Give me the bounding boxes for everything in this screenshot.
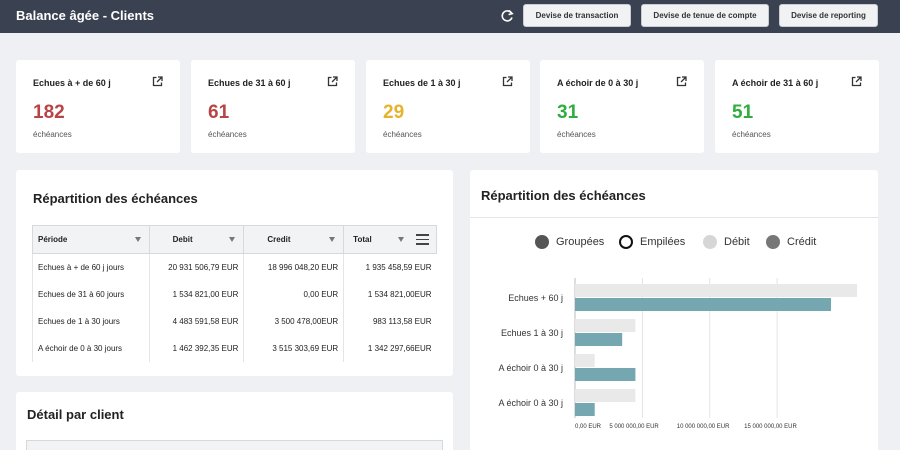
kpi-label: Echues à + de 60 j bbox=[33, 78, 111, 88]
bar-dbit[interactable] bbox=[575, 319, 636, 332]
detail-table-header bbox=[26, 440, 443, 450]
kpi-label: Echues de 31 à 60 j bbox=[208, 78, 291, 88]
table-cell: 1 342 297,66EUR bbox=[343, 334, 437, 362]
refresh-icon[interactable] bbox=[499, 8, 515, 24]
x-tick-label: 15 000 000,00 EUR bbox=[744, 424, 797, 430]
category-label: A échoir 0 à 30 j bbox=[498, 398, 563, 408]
table-cell: 3 515 303,69 EUR bbox=[243, 334, 344, 362]
sort-caret-icon[interactable] bbox=[329, 237, 336, 242]
x-tick-label: 5 000 000,00 EUR bbox=[609, 424, 659, 430]
maturity-table-card: Répartition des échéances Période Debit … bbox=[16, 170, 453, 376]
legend-item-credit[interactable]: Crédit bbox=[766, 235, 816, 249]
kpi-card-overdue-31-60[interactable]: Echues de 31 à 60 j 61 échéances bbox=[191, 60, 355, 153]
column-header-total[interactable]: Total bbox=[343, 225, 437, 254]
kpi-value: 31 bbox=[557, 102, 579, 123]
table-cell: 983 113,58 EUR bbox=[343, 307, 437, 335]
kpi-sublabel: échéances bbox=[732, 130, 771, 139]
kpi-value: 61 bbox=[208, 102, 230, 123]
kpi-sublabel: échéances bbox=[33, 130, 72, 139]
account-currency-button[interactable]: Devise de tenue de compte bbox=[641, 4, 769, 27]
external-link-icon[interactable] bbox=[676, 76, 687, 87]
external-link-icon[interactable] bbox=[502, 76, 513, 87]
divider bbox=[470, 217, 878, 218]
legend-dot-filled-icon bbox=[703, 235, 717, 249]
card-title: Répartition des échéances bbox=[481, 188, 646, 203]
legend-item-grouped[interactable]: Groupées bbox=[535, 235, 604, 249]
legend-dot-filled-icon bbox=[766, 235, 780, 249]
top-bar: Balance âgée - Clients Devise de transac… bbox=[0, 0, 900, 33]
legend-item-debit[interactable]: Débit bbox=[703, 235, 750, 249]
table-cell: Echues à + de 60 j jours bbox=[32, 253, 150, 281]
table-cell: 18 996 048,20 EUR bbox=[243, 253, 344, 281]
kpi-sublabel: échéances bbox=[557, 130, 596, 139]
reporting-currency-button[interactable]: Devise de reporting bbox=[779, 4, 878, 27]
table-cell: 20 931 506,79 EUR bbox=[148, 253, 244, 281]
sort-caret-icon[interactable] bbox=[229, 237, 236, 242]
sort-caret-icon[interactable] bbox=[134, 237, 141, 242]
kpi-card-due-0-30[interactable]: A échoir de 0 à 30 j 31 échéances bbox=[540, 60, 704, 153]
table-cell: A échoir de 0 à 30 jours bbox=[32, 334, 150, 362]
table-row[interactable]: A échoir de 0 à 30 jours 1 462 392,35 EU… bbox=[32, 334, 437, 362]
category-label: Echues + 60 j bbox=[508, 293, 563, 303]
bar-crdit[interactable] bbox=[575, 368, 636, 381]
card-title: Détail par client bbox=[27, 407, 124, 422]
transaction-currency-button[interactable]: Devise de transaction bbox=[523, 4, 631, 27]
column-header-debit[interactable]: Debit bbox=[148, 225, 245, 254]
table-row[interactable]: Echues de 31 à 60 jours 1 534 821,00 EUR… bbox=[32, 280, 437, 308]
page-title: Balance âgée - Clients bbox=[16, 8, 154, 23]
kpi-value: 51 bbox=[732, 102, 754, 123]
bar-crdit[interactable] bbox=[575, 333, 623, 346]
kpi-sublabel: échéances bbox=[383, 130, 422, 139]
external-link-icon[interactable] bbox=[152, 76, 163, 87]
menu-icon[interactable] bbox=[416, 234, 429, 245]
table-cell: 4 483 591,58 EUR bbox=[148, 307, 244, 335]
table-cell: 3 500 478,00EUR bbox=[243, 307, 344, 335]
maturity-chart-card: Répartition des échéances Groupées Empil… bbox=[470, 170, 878, 450]
column-header-period[interactable]: Période bbox=[32, 225, 150, 254]
kpi-card-overdue-1-30[interactable]: Echues de 1 à 30 j 29 échéances bbox=[366, 60, 530, 153]
category-label: A échoir 0 à 30 j bbox=[498, 363, 563, 373]
bar-dbit[interactable] bbox=[575, 284, 858, 297]
client-detail-card: Détail par client bbox=[16, 392, 453, 450]
table-row[interactable]: Echues à + de 60 j jours 20 931 506,79 E… bbox=[32, 253, 437, 281]
table-cell: 1 935 458,59 EUR bbox=[343, 253, 437, 281]
table-cell: 1 534 821,00EUR bbox=[343, 280, 437, 308]
kpi-label: Echues de 1 à 30 j bbox=[383, 78, 461, 88]
kpi-card-overdue-60-plus[interactable]: Echues à + de 60 j 182 échéances bbox=[16, 60, 180, 153]
table-cell: Echues de 31 à 60 jours bbox=[32, 280, 150, 308]
sort-caret-icon[interactable] bbox=[398, 237, 404, 242]
category-label: Echues 1 à 30 j bbox=[500, 328, 563, 338]
kpi-value: 182 bbox=[33, 102, 65, 123]
table-row[interactable]: Echues de 1 à 30 jours 4 483 591,58 EUR … bbox=[32, 307, 437, 335]
legend-item-stacked[interactable]: Empilées bbox=[619, 235, 685, 249]
x-tick-label: 0,00 EUR bbox=[575, 424, 602, 430]
maturity-table: Période Debit Credit Total Echues à + de… bbox=[32, 225, 437, 362]
table-cell: Echues de 1 à 30 jours bbox=[32, 307, 150, 335]
kpi-card-due-31-60[interactable]: A échoir de 31 à 60 j 51 échéances bbox=[715, 60, 879, 153]
bar-dbit[interactable] bbox=[575, 389, 636, 402]
kpi-label: A échoir de 31 à 60 j bbox=[732, 78, 819, 88]
legend-dot-filled-icon bbox=[535, 235, 549, 249]
column-header-credit[interactable]: Credit bbox=[243, 225, 345, 254]
bar-dbit[interactable] bbox=[575, 354, 595, 367]
kpi-value: 29 bbox=[383, 102, 405, 123]
table-cell: 0,00 EUR bbox=[243, 280, 344, 308]
bar-crdit[interactable] bbox=[575, 403, 595, 416]
external-link-icon[interactable] bbox=[851, 76, 862, 87]
legend-dot-ring-icon bbox=[619, 235, 633, 249]
bar-crdit[interactable] bbox=[575, 298, 831, 311]
x-tick-label: 10 000 000,00 EUR bbox=[676, 424, 730, 430]
table-cell: 1 534 821,00 EUR bbox=[148, 280, 244, 308]
table-cell: 1 462 392,35 EUR bbox=[148, 334, 244, 362]
card-title: Répartition des échéances bbox=[33, 191, 198, 206]
kpi-label: A échoir de 0 à 30 j bbox=[557, 78, 639, 88]
external-link-icon[interactable] bbox=[327, 76, 338, 87]
kpi-sublabel: échéances bbox=[208, 130, 247, 139]
